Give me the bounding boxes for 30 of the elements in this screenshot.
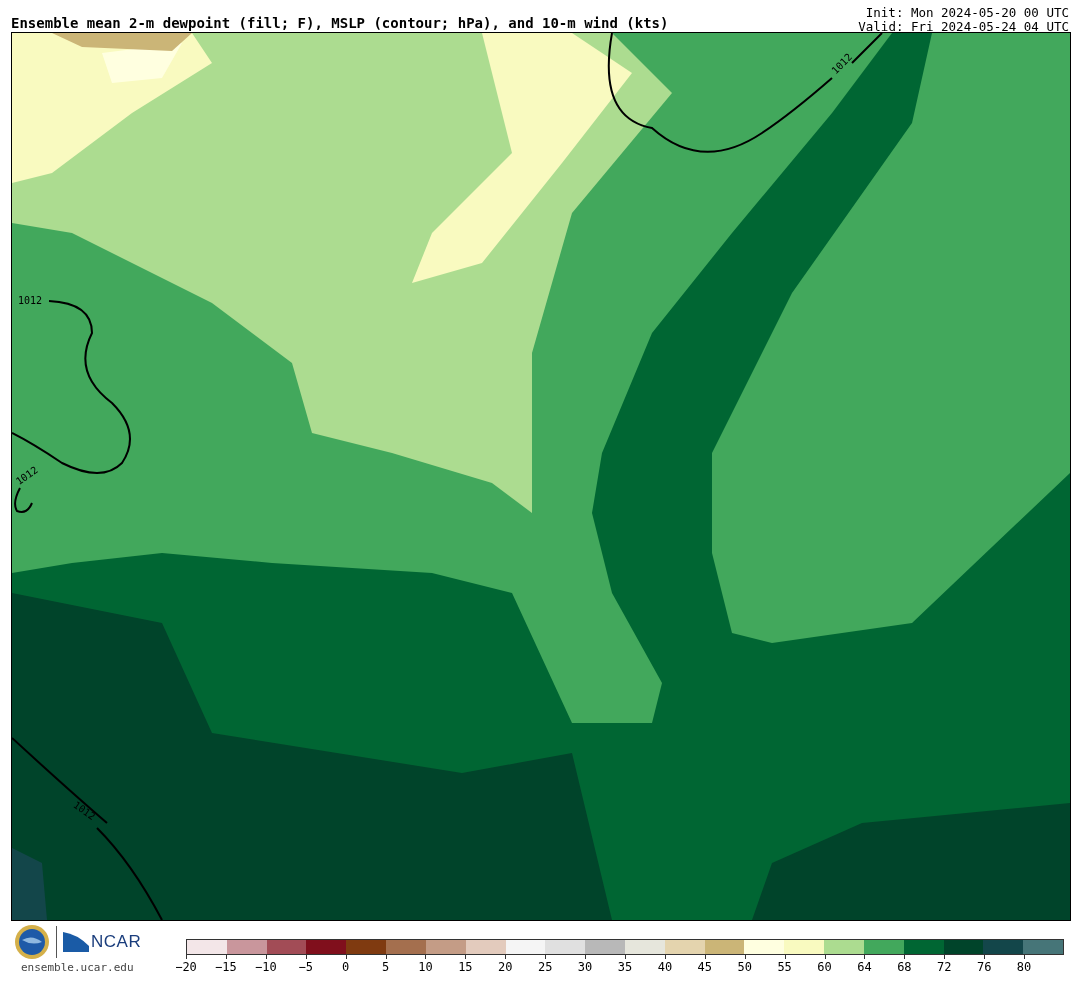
- globe-logo-icon: [14, 924, 50, 960]
- tick-label: 10: [418, 960, 433, 974]
- tick-label: 68: [897, 960, 912, 974]
- tick-label: −5: [298, 960, 313, 974]
- ncar-logo-icon: [63, 932, 89, 952]
- tick-label: 60: [817, 960, 832, 974]
- tick-label: 40: [657, 960, 673, 974]
- chart-title: Ensemble mean 2-m dewpoint (fill; F), MSLP (contour; hPa), and 10-m wind (kts): [11, 15, 669, 31]
- tick-label: 15: [458, 960, 473, 974]
- contour-label: 1012: [18, 296, 43, 306]
- site-url: ensemble.ucar.edu: [21, 961, 135, 974]
- tick-label: 35: [617, 960, 633, 974]
- tick-label: 72: [937, 960, 952, 974]
- tick-label: 5: [381, 960, 390, 974]
- tick-label: 55: [777, 960, 792, 974]
- tick-label: 50: [737, 960, 752, 974]
- init-time: Init: Mon 2024-05-20 00 UTC: [865, 6, 1069, 20]
- tick-label: 45: [697, 960, 713, 974]
- tick-label: −10: [254, 960, 277, 974]
- tick-label: 20: [498, 960, 513, 974]
- tick-label: 0: [342, 960, 350, 974]
- tick-label: 25: [537, 960, 553, 974]
- tick-label: −15: [215, 960, 237, 974]
- tick-label: 64: [857, 960, 872, 974]
- tick-label: 80: [1016, 960, 1032, 974]
- tick-label: −20: [175, 960, 197, 974]
- tick-label: 30: [577, 960, 593, 974]
- tick-label: 76: [976, 960, 992, 974]
- logo-text: NCAR: [91, 932, 142, 952]
- valid-time: Valid: Fri 2024-05-24 04 UTC: [858, 20, 1069, 34]
